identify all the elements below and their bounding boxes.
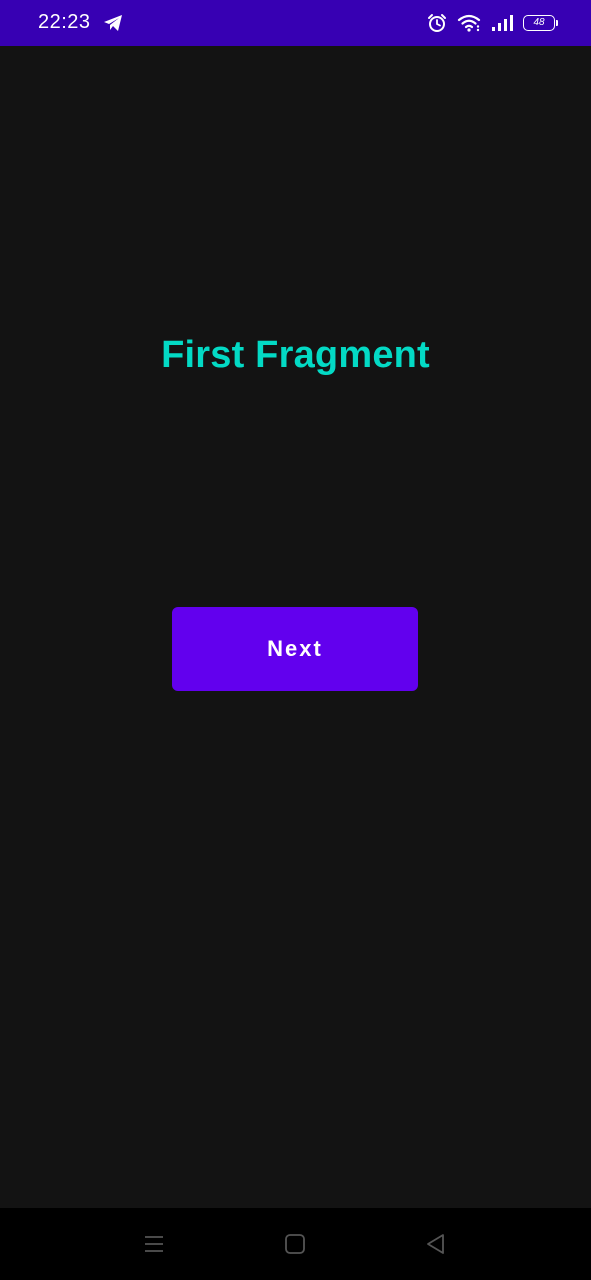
signal-icon <box>491 14 513 32</box>
back-icon[interactable] <box>422 1230 450 1258</box>
menu-icon[interactable] <box>140 1230 168 1258</box>
battery-level: 48 <box>533 17 545 28</box>
app-screen: 22:23 48 First Fragment Next <box>0 0 591 1280</box>
wifi-icon <box>457 13 481 33</box>
next-button[interactable]: Next <box>172 607 418 691</box>
home-icon[interactable] <box>281 1230 309 1258</box>
page-title: First Fragment <box>161 334 430 376</box>
alarm-icon <box>427 13 447 33</box>
status-time: 22:23 <box>38 11 91 33</box>
status-icons: 48 <box>427 11 558 35</box>
status-bar: 22:23 48 <box>0 0 591 46</box>
battery-icon: 48 <box>523 15 558 31</box>
navigation-bar <box>0 1208 591 1280</box>
telegram-icon <box>102 12 124 34</box>
